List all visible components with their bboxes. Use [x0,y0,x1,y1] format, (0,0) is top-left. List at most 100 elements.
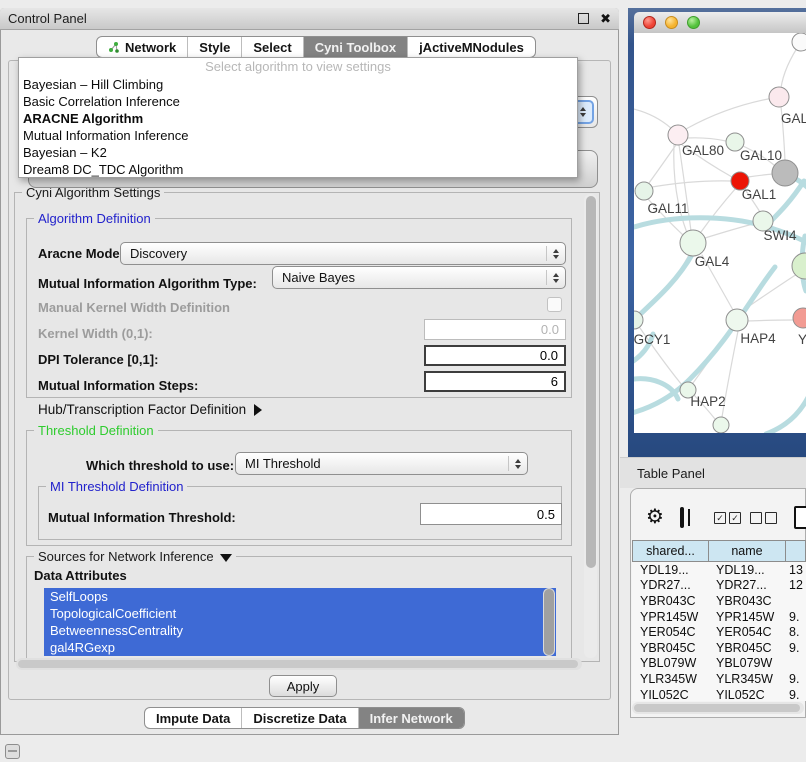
dropdown-item[interactable]: Basic Correlation Inference [19,93,577,110]
attribute-list-item[interactable]: TopologicalCoefficient [44,605,556,622]
table-row[interactable]: YLR345WYLR345W9. [632,671,806,687]
table-row[interactable]: YPR145WYPR145W9. [632,609,806,625]
network-edge[interactable] [705,224,753,238]
control-panel-title: Control Panel [8,11,87,26]
table-column-header[interactable]: name [709,541,786,561]
minimize-traffic-light-icon[interactable] [665,16,678,29]
network-node-label: GCY1 [634,332,670,347]
combobox-stepper[interactable] [508,456,527,471]
close-icon[interactable]: ✖ [600,12,611,25]
float-window-icon[interactable] [578,13,589,24]
tab-network[interactable]: Network [97,37,188,57]
network-node[interactable] [713,417,729,433]
network-edge[interactable] [687,138,726,141]
network-node[interactable] [769,87,789,107]
network-node[interactable] [635,182,653,200]
network-node[interactable] [772,160,798,186]
which-threshold-value: MI Threshold [245,456,321,471]
attribute-list-item[interactable]: BetweennessCentrality [44,622,556,639]
table-cell: 12 [785,578,806,592]
settings-vertical-scrollbar[interactable] [584,194,597,658]
apply-button-label: Apply [287,679,320,694]
network-graph[interactable]: GALGAL80GAL10GAL1GAL11SWI4GAL4GCY1HAP4YH… [634,33,806,433]
network-edge[interactable] [701,188,736,232]
network-edge[interactable] [634,108,672,129]
dropdown-item[interactable]: Dream8 DC_TDC Algorithm [19,161,577,178]
hub-definition-expander[interactable]: Hub/Transcription Factor Definition [38,402,262,417]
dropdown-item[interactable]: Bayesian – Hill Climbing [19,76,577,93]
tab-impute-data[interactable]: Impute Data [145,708,242,728]
kernel-width-field[interactable]: 0.0 [424,319,566,340]
network-edge[interactable] [634,253,693,320]
attributes-list-scrollbar[interactable] [543,588,555,656]
mi-type-value: Naive Bayes [282,270,355,285]
mi-steps-field[interactable]: 6 [424,371,566,392]
table-column-header[interactable]: shared... [633,541,709,561]
table-cell: YBL079W [632,656,708,670]
tab-select[interactable]: Select [242,37,303,57]
tab-discretize-data[interactable]: Discretize Data [242,708,358,728]
mi-threshold-field[interactable]: 0.5 [420,503,562,525]
network-node[interactable] [668,125,688,145]
combobox-stepper[interactable] [546,246,565,261]
tab-cyni-toolbox[interactable]: Cyni Toolbox [304,37,408,57]
close-traffic-light-icon[interactable] [643,16,656,29]
network-node[interactable] [793,308,806,328]
network-edge[interactable] [748,174,773,177]
network-window-titlebar[interactable] [634,12,806,33]
cyni-bottom-tab-bar: Impute DataDiscretize DataInfer Network [144,707,465,729]
table-row[interactable]: YDL19...YDL19...13 [632,562,806,578]
attribute-list-item[interactable]: SelfLoops [44,588,556,605]
combobox-stepper[interactable] [546,270,565,285]
network-node-label: SWI4 [763,228,796,243]
table-column-header[interactable] [786,541,806,561]
attribute-list-item[interactable]: gal4RGexp [44,639,556,656]
tab-style[interactable]: Style [188,37,242,57]
mi-threshold-value: 0.5 [537,507,555,522]
document-icon[interactable] [794,506,806,529]
network-edge[interactable] [747,320,793,321]
settings-horizontal-scrollbar[interactable] [16,658,582,670]
gear-icon[interactable]: ⚙ [646,507,664,527]
network-edge[interactable] [686,97,779,129]
table-row[interactable]: YBR045CYBR045C9. [632,640,806,656]
table-row[interactable]: YBR043CYBR043C [632,593,806,609]
network-node[interactable] [680,230,706,256]
aracne-mode-combobox[interactable]: Discovery [120,242,566,265]
network-node[interactable] [792,33,806,51]
zoom-traffic-light-icon[interactable] [687,16,700,29]
network-canvas[interactable]: GALGAL80GAL10GAL1GAL11SWI4GAL4GCY1HAP4YH… [634,33,806,433]
tab-infer-network[interactable]: Infer Network [359,708,464,728]
network-icon [108,41,120,53]
which-threshold-combobox[interactable]: MI Threshold [235,452,528,475]
dpi-tolerance-field[interactable]: 0.0 [424,345,566,366]
table-cell: YIL052C [708,688,785,701]
dropdown-item[interactable]: Mutual Information Inference [19,127,577,144]
tab-label: jActiveMNodules [419,40,524,55]
tab-jactivemnodules[interactable]: jActiveMNodules [408,37,535,57]
table-header-row[interactable]: shared...name [632,540,806,562]
table-row[interactable]: YBL079WYBL079W [632,656,806,672]
dropdown-item[interactable]: Bayesian – K2 [19,144,577,161]
select-all-columns-icon[interactable]: ✓✓ [714,512,741,524]
table-row[interactable]: YDR27...YDR27...12 [632,578,806,594]
dropdown-item[interactable]: ARACNE Algorithm [19,110,577,127]
apply-button[interactable]: Apply [269,675,337,697]
deselect-all-columns-icon[interactable] [750,512,777,524]
network-node-label: HAP2 [690,394,725,409]
split-columns-icon[interactable] [680,507,684,528]
network-edge[interactable] [766,387,806,433]
network-node-label: GAL1 [742,187,777,202]
network-edge[interactable] [652,181,731,187]
manual-kernel-checkbox[interactable] [547,297,562,312]
network-node[interactable] [726,309,748,331]
mi-type-combobox[interactable]: Naive Bayes [272,266,566,289]
network-node-label: HAP4 [740,331,776,346]
table-row[interactable]: YER054CYER054C8. [632,624,806,640]
expander-arrow-icon [254,404,262,416]
control-panel-titlebar[interactable]: Control Panel ✖ [0,8,619,30]
network-node[interactable] [792,253,806,279]
table-horizontal-scrollbar[interactable] [632,702,804,714]
minimized-panel-icon[interactable] [5,744,20,759]
table-row[interactable]: YIL052CYIL052C9. [632,687,806,701]
